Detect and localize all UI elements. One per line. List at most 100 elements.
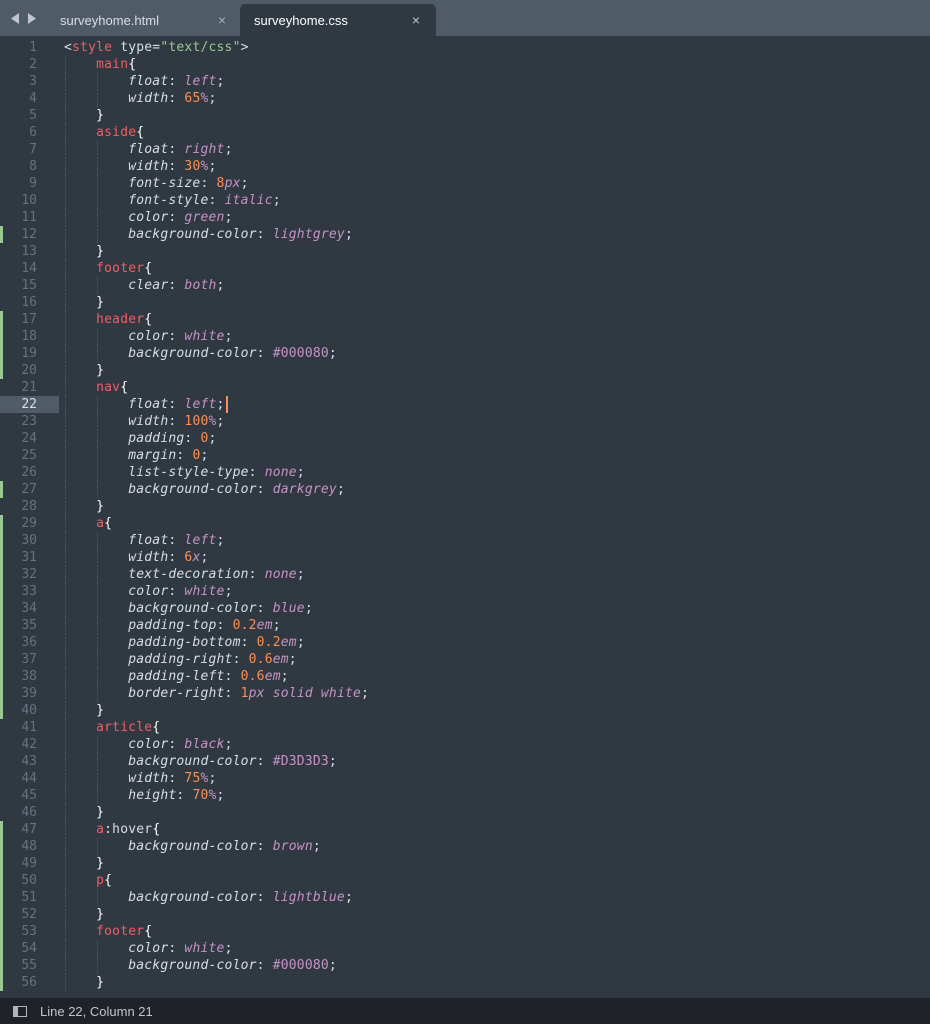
code-text: float: left; — [64, 396, 228, 413]
code-line[interactable]: 5 } — [0, 107, 930, 124]
line-number: 50 — [21, 873, 37, 888]
code-text: a{ — [96, 516, 113, 531]
code-text: article{ — [96, 720, 161, 735]
code-text: margin: 0; — [128, 448, 209, 463]
code-line[interactable]: 19 background-color: #000080; — [0, 345, 930, 362]
code-text: a:hover{ — [96, 822, 161, 837]
code-line[interactable]: 32 text-decoration: none; — [0, 566, 930, 583]
code-line[interactable]: 39 border-right: 1px solid white; — [0, 685, 930, 702]
code-line[interactable]: 28 } — [0, 498, 930, 515]
line-number: 29 — [21, 516, 37, 531]
line-number: 28 — [21, 499, 37, 514]
code-text: text-decoration: none; — [128, 567, 305, 582]
code-line[interactable]: 1 <style type="text/css"> — [0, 39, 930, 56]
code-line[interactable]: 54 color: white; — [0, 940, 930, 957]
code-line[interactable]: 9 font-size: 8px; — [0, 175, 930, 192]
line-number: 30 — [21, 533, 37, 548]
code-line[interactable]: 14 footer{ — [0, 260, 930, 277]
code-text: main{ — [96, 57, 137, 72]
code-line[interactable]: 21 nav{ — [0, 379, 930, 396]
code-line[interactable]: 31 width: 6x; — [0, 549, 930, 566]
code-line[interactable]: 30 float: left; — [0, 532, 930, 549]
code-line[interactable]: 48 background-color: brown; — [0, 838, 930, 855]
line-number: 21 — [21, 380, 37, 395]
line-number: 25 — [21, 448, 37, 463]
code-line[interactable]: 10 font-style: italic; — [0, 192, 930, 209]
code-line[interactable]: 26 list-style-type: none; — [0, 464, 930, 481]
code-line[interactable]: 29 a{ — [0, 515, 930, 532]
code-line[interactable]: 47 a:hover{ — [0, 821, 930, 838]
cursor-position: Line 22, Column 21 — [40, 1003, 153, 1019]
code-line[interactable]: 11 color: green; — [0, 209, 930, 226]
line-number: 10 — [21, 193, 37, 208]
code-text: float: right; — [128, 142, 233, 157]
code-line[interactable]: 44 width: 75%; — [0, 770, 930, 787]
code-text: padding: 0; — [128, 431, 217, 446]
line-number: 13 — [21, 244, 37, 259]
code-line[interactable]: 41 article{ — [0, 719, 930, 736]
code-line[interactable]: 43 background-color: #D3D3D3; — [0, 753, 930, 770]
code-line[interactable]: 33 color: white; — [0, 583, 930, 600]
line-number: 31 — [21, 550, 37, 565]
code-line[interactable]: 56 } — [0, 974, 930, 991]
code-line[interactable]: 8 width: 30%; — [0, 158, 930, 175]
code-line[interactable]: 40 } — [0, 702, 930, 719]
tab-surveyhome-css[interactable]: surveyhome.css × — [240, 4, 436, 36]
tab-surveyhome-html[interactable]: surveyhome.html × — [42, 4, 240, 36]
line-number: 33 — [21, 584, 37, 599]
code-text: } — [96, 805, 105, 820]
code-line[interactable]: 23 width: 100%; — [0, 413, 930, 430]
code-line[interactable]: 6 aside{ — [0, 124, 930, 141]
line-number: 14 — [21, 261, 37, 276]
code-line[interactable]: 2 main{ — [0, 56, 930, 73]
line-number: 35 — [21, 618, 37, 633]
code-line[interactable]: 46 } — [0, 804, 930, 821]
code-line[interactable]: 7 float: right; — [0, 141, 930, 158]
close-icon[interactable]: × — [410, 13, 422, 27]
line-number: 27 — [21, 482, 37, 497]
code-line[interactable]: 36 padding-bottom: 0.2em; — [0, 634, 930, 651]
code-line[interactable]: 16 } — [0, 294, 930, 311]
code-line[interactable]: 55 background-color: #000080; — [0, 957, 930, 974]
code-line[interactable]: 35 padding-top: 0.2em; — [0, 617, 930, 634]
code-line[interactable]: 27 background-color: darkgrey; — [0, 481, 930, 498]
code-line[interactable]: 3 float: left; — [0, 73, 930, 90]
code-line[interactable]: 45 height: 70%; — [0, 787, 930, 804]
code-line[interactable]: 20 } — [0, 362, 930, 379]
arrow-right-icon[interactable] — [24, 10, 38, 26]
code-line[interactable]: 49 } — [0, 855, 930, 872]
code-text: } — [96, 703, 105, 718]
code-line[interactable]: 24 padding: 0; — [0, 430, 930, 447]
code-line[interactable]: 18 color: white; — [0, 328, 930, 345]
code-text: width: 100%; — [128, 414, 225, 429]
panel-toggle-icon[interactable] — [13, 1005, 27, 1017]
line-number: 32 — [21, 567, 37, 582]
code-line[interactable]: 37 padding-right: 0.6em; — [0, 651, 930, 668]
line-number: 3 — [29, 74, 37, 89]
code-line[interactable]: 4 width: 65%; — [0, 90, 930, 107]
code-line[interactable]: 34 background-color: blue; — [0, 600, 930, 617]
code-line[interactable]: 50 p{ — [0, 872, 930, 889]
line-number: 15 — [21, 278, 37, 293]
close-icon[interactable]: × — [216, 13, 228, 27]
line-number: 20 — [21, 363, 37, 378]
code-line[interactable]: 53 footer{ — [0, 923, 930, 940]
line-number: 8 — [29, 159, 37, 174]
code-line[interactable]: 38 padding-left: 0.6em; — [0, 668, 930, 685]
arrow-left-icon[interactable] — [8, 10, 22, 26]
code-line[interactable]: 42 color: black; — [0, 736, 930, 753]
code-line[interactable]: 22 float: left; — [0, 396, 930, 413]
code-line[interactable]: 12 background-color: lightgrey; — [0, 226, 930, 243]
line-number: 16 — [21, 295, 37, 310]
code-text: header{ — [96, 312, 153, 327]
code-line[interactable]: 15 clear: both; — [0, 277, 930, 294]
code-text: color: white; — [128, 584, 233, 599]
code-line[interactable]: 52 } — [0, 906, 930, 923]
code-line[interactable]: 25 margin: 0; — [0, 447, 930, 464]
line-number: 49 — [21, 856, 37, 871]
code-line[interactable]: 13 } — [0, 243, 930, 260]
code-line[interactable]: 51 background-color: lightblue; — [0, 889, 930, 906]
code-editor[interactable]: 1 <style type="text/css"> 2 main{3 float: … — [0, 36, 930, 998]
code-text: } — [96, 108, 105, 123]
code-line[interactable]: 17 header{ — [0, 311, 930, 328]
